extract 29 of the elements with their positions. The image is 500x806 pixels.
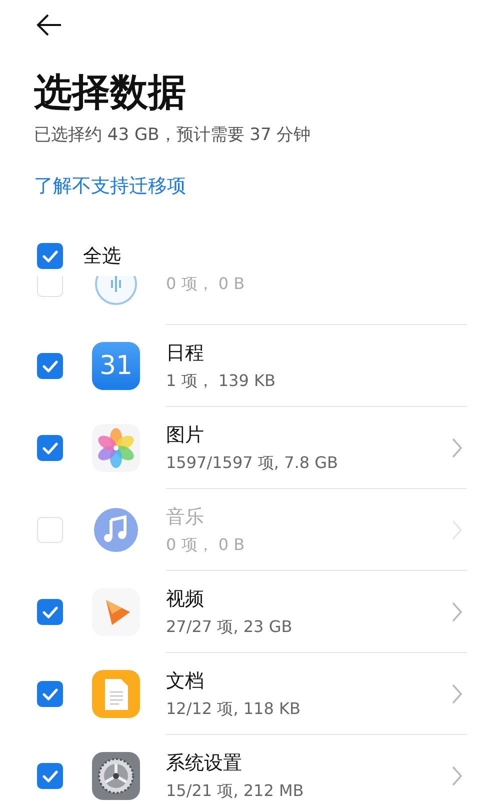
checkbox[interactable] bbox=[37, 763, 63, 789]
item-detail: 1597/1597 项, 7.8 GB bbox=[166, 452, 338, 474]
item-detail: 15/21 项, 212 MB bbox=[166, 780, 304, 802]
music-note-icon bbox=[92, 506, 140, 554]
selection-summary: 已选择约 43 GB，预计需要 37 分钟 bbox=[34, 124, 311, 147]
page-title: 选择数据 bbox=[34, 69, 186, 116]
play-icon bbox=[92, 588, 140, 636]
flower-icon bbox=[92, 424, 140, 472]
item-detail: 12/12 项, 118 KB bbox=[166, 698, 300, 720]
item-name: 图片 bbox=[166, 422, 204, 448]
item-detail: 27/27 项, 23 GB bbox=[166, 616, 292, 638]
checkbox[interactable] bbox=[37, 681, 63, 707]
item-name: 日程 bbox=[166, 340, 204, 366]
item-name: 系统设置 bbox=[166, 750, 242, 776]
item-detail: 0 项， 0 B bbox=[166, 276, 245, 294]
document-icon bbox=[92, 670, 140, 718]
item-detail: 0 项， 0 B bbox=[166, 534, 245, 556]
unsupported-items-link[interactable]: 了解不支持迁移项 bbox=[34, 172, 186, 200]
checkbox[interactable] bbox=[37, 435, 63, 461]
calendar-icon: 31 bbox=[92, 342, 140, 390]
item-name: 文档 bbox=[166, 668, 204, 694]
item-name: 音乐 bbox=[166, 504, 204, 530]
checkbox[interactable] bbox=[37, 353, 63, 379]
item-detail: 1 项， 139 KB bbox=[166, 370, 276, 392]
checkbox[interactable] bbox=[37, 243, 63, 269]
checkbox[interactable] bbox=[37, 599, 63, 625]
select-all-label: 全选 bbox=[83, 244, 121, 269]
gear-icon bbox=[92, 752, 140, 800]
item-name: 视频 bbox=[166, 586, 204, 612]
